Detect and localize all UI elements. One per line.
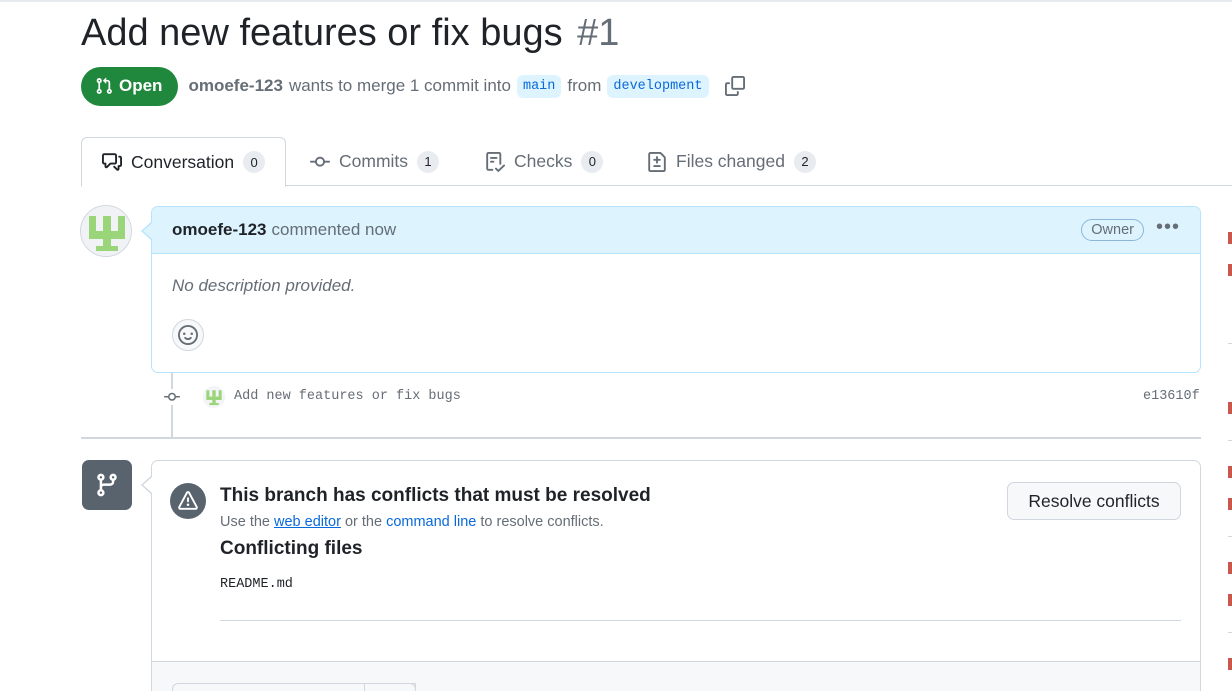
sidebar-clipped-mark <box>1228 562 1232 574</box>
commit-message-link[interactable]: Add new features or fix bugs <box>234 389 461 404</box>
pr-meta-row: Open omoefe-123 wants to merge 1 commit … <box>81 66 747 106</box>
merge-status-icon <box>82 460 132 510</box>
merge-text: wants to merge 1 commit into <box>288 76 511 95</box>
tab-label: Conversation <box>131 151 235 172</box>
sidebar-clipped-mark <box>1228 658 1232 670</box>
sidebar-clipped-divider <box>1228 343 1232 344</box>
conflict-sub-middle: or the <box>344 514 383 530</box>
merge-box: This branch has conflicts that must be r… <box>151 460 1201 691</box>
commit-sha-link[interactable]: e13610f <box>1143 389 1200 404</box>
owner-badge: Owner <box>1081 219 1144 241</box>
sidebar-clipped-mark <box>1228 498 1232 510</box>
comment-caret-inner <box>143 223 152 239</box>
command-line-link[interactable]: command line <box>386 514 476 530</box>
pr-number: #1 <box>577 12 620 54</box>
git-commit-icon <box>310 156 330 167</box>
comment-timestamp[interactable]: commented now <box>271 220 396 240</box>
add-reaction-button[interactable] <box>172 319 204 351</box>
sidebar-clipped-divider <box>1228 632 1232 633</box>
commit-node <box>161 389 183 405</box>
sidebar-clipped-divider <box>1228 440 1232 441</box>
tab-commits[interactable]: Commits 1 <box>310 137 440 186</box>
pr-author-link[interactable]: omoefe-123 <box>188 76 282 96</box>
conflict-sub-prefix: Use the <box>220 514 270 530</box>
timeline-line <box>171 373 173 437</box>
tab-checks[interactable]: Checks 0 <box>485 137 604 186</box>
git-commit-icon <box>164 392 180 401</box>
kebab-menu-icon[interactable]: ••• <box>1156 217 1180 243</box>
git-pull-request-icon <box>96 77 112 94</box>
tab-files-changed[interactable]: Files changed 2 <box>647 137 816 186</box>
merge-caret-inner <box>143 477 152 493</box>
base-branch[interactable]: main <box>516 74 562 98</box>
top-border <box>0 0 1232 2</box>
tab-label: Checks <box>514 151 573 171</box>
merge-footer <box>152 661 1200 691</box>
copy-branch-button[interactable] <box>723 74 747 98</box>
from-text: from <box>567 76 602 95</box>
checklist-icon <box>486 151 505 172</box>
head-branch[interactable]: development <box>607 74 709 98</box>
merge-divider <box>220 620 1181 621</box>
conflict-title: This branch has conflicts that must be r… <box>220 485 651 506</box>
tab-label: Files changed <box>676 151 785 171</box>
identicon-icon <box>203 386 225 408</box>
tab-count: 1 <box>417 150 440 173</box>
conflicting-files-heading: Conflicting files <box>220 538 363 559</box>
copy-icon <box>724 76 745 96</box>
tab-count: 0 <box>243 151 266 173</box>
avatar[interactable] <box>80 205 132 257</box>
comment-discussion-icon <box>102 153 122 171</box>
merge-description: omoefe-123 wants to merge 1 commit into … <box>188 74 746 98</box>
sidebar-clipped-mark <box>1228 594 1232 606</box>
resolve-conflicts-button[interactable]: Resolve conflicts <box>1007 482 1181 520</box>
tab-conversation[interactable]: Conversation 0 <box>81 137 287 187</box>
sidebar-clipped-divider <box>1228 536 1232 537</box>
web-editor-link[interactable]: web editor <box>274 514 341 530</box>
comment-header: omoefe-123 commented now Owner ••• <box>152 207 1200 254</box>
file-diff-icon <box>648 151 666 172</box>
comment-body: No description provided. <box>172 276 356 295</box>
tab-label: Commits <box>339 151 409 171</box>
alert-icon <box>170 483 206 519</box>
pr-title: Add new features or fix bugs <box>81 12 563 54</box>
merge-options-button[interactable] <box>364 683 416 691</box>
pr-tabs: Conversation 0 Commits 1 Checks 0 Files … <box>81 137 1232 187</box>
comment-box: omoefe-123 commented now Owner ••• No de… <box>151 206 1201 373</box>
tab-count: 0 <box>581 150 604 173</box>
state-label: Open <box>119 76 163 95</box>
sidebar-clipped-mark <box>1228 264 1232 276</box>
commit-avatar[interactable] <box>203 386 225 408</box>
comment-author-link[interactable]: omoefe-123 <box>172 220 266 240</box>
identicon-icon <box>81 206 131 256</box>
smiley-icon <box>178 325 198 345</box>
state-badge: Open <box>81 66 179 106</box>
alert-triangle-icon <box>178 491 198 510</box>
sidebar-clipped-mark <box>1228 402 1232 414</box>
timeline-separator <box>81 437 1201 439</box>
sidebar-clipped-mark <box>1228 466 1232 478</box>
conflict-subtitle: Use the web editor or the command line t… <box>220 514 604 530</box>
conflict-sub-suffix: to resolve conflicts. <box>480 514 604 530</box>
sidebar-clipped-mark <box>1228 232 1232 244</box>
conflicting-file: README.md <box>220 577 293 592</box>
page-title: Add new features or fix bugs #1 <box>81 12 619 55</box>
tab-count: 2 <box>793 150 816 173</box>
git-branch-icon <box>97 473 117 497</box>
